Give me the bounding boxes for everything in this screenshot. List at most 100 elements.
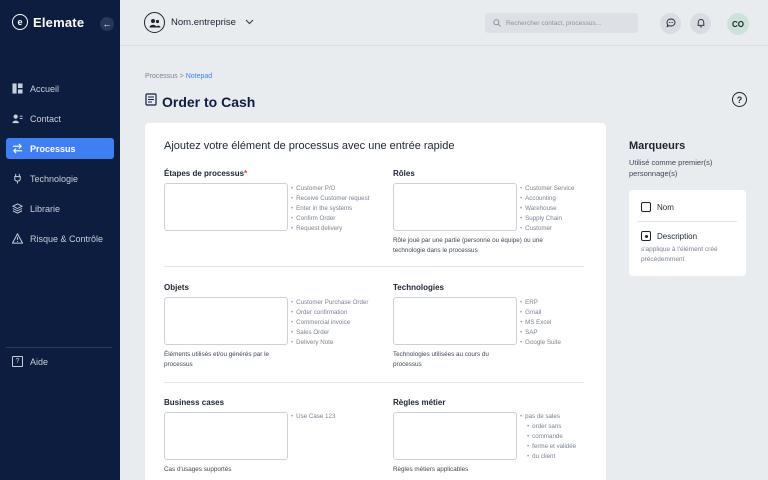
marker-label: Nom (657, 202, 674, 212)
hint-item: Receive Customer request (291, 194, 369, 204)
technologies-help: Technologies utilisées au cours du proce… (393, 351, 489, 368)
team-icon (144, 12, 165, 33)
topbar: Nom.entreprise CO (120, 0, 768, 46)
page-title: Order to Cash (145, 93, 255, 111)
warning-icon (12, 233, 23, 244)
technologies-hints: ERP Gmail MS Excel SAP Google Suite (520, 298, 561, 348)
business-label: Business cases (164, 398, 225, 407)
sidebar-item-contact[interactable]: Contact (6, 108, 114, 129)
marker-description-checkbox[interactable] (641, 231, 651, 241)
business-help: Cas d'usages supportés (164, 466, 232, 473)
swap-arrows-icon (12, 143, 23, 154)
marker-description-text: s'applique à l'élément créé précédemment (641, 246, 718, 263)
notifications-button[interactable] (690, 13, 711, 34)
hint-item: ferme et validée (520, 442, 576, 452)
marker-nom-checkbox[interactable] (641, 202, 651, 212)
breadcrumb-root[interactable]: Processus (145, 73, 178, 80)
user-avatar[interactable]: CO (727, 13, 749, 35)
sidebar-item-label: Processus (30, 143, 76, 154)
section-divider (164, 382, 584, 383)
sidebar-item-label: Risque & Contrôle (30, 233, 104, 244)
objets-help: Éléments utilisés et/ou générés par le p… (164, 351, 270, 368)
marker-divider (637, 221, 737, 222)
objets-label: Objets (164, 283, 189, 292)
roles-input[interactable] (393, 183, 517, 231)
sidebar-item-label: Contact (30, 113, 62, 124)
sidebar-item-label: Accueil (30, 83, 60, 94)
sidebar-item-librarie[interactable]: Librarie (6, 198, 114, 219)
sidebar-item-risque-controle[interactable]: Risque & Contrôle (6, 228, 114, 249)
etapes-label-text: Étapes de processus (164, 169, 245, 178)
business-hints: Use Case 123 (291, 412, 335, 422)
collapse-sidebar-button[interactable]: ← (100, 17, 114, 31)
help-square-icon: ? (12, 356, 23, 367)
markers-box: Nom Description s'applique à l'élément c… (629, 190, 746, 276)
search-bar[interactable] (485, 13, 638, 33)
page-title-text: Order to Cash (162, 94, 256, 110)
technologies-input[interactable] (393, 297, 517, 345)
hint-item: Google Suite (520, 338, 561, 348)
hint-item: commande (520, 432, 576, 442)
objets-input[interactable] (164, 297, 288, 345)
marker-nom[interactable]: Nom (641, 202, 674, 212)
objets-hints: Customer Purchase Order Order confirmati… (291, 298, 368, 348)
breadcrumb: Processus > Notepad (145, 73, 212, 80)
marker-label: Description (657, 231, 698, 241)
sidebar-item-label: Aide (30, 356, 49, 367)
hint-item: Accounting (520, 194, 574, 204)
hint-item: Commercial invoice (291, 318, 368, 328)
hint-item: ERP (520, 298, 561, 308)
sidebar-item-aide[interactable]: ? Aide (12, 356, 48, 367)
breadcrumb-separator: > (179, 73, 184, 80)
sidebar-item-processus[interactable]: Processus (6, 138, 114, 159)
business-input[interactable] (164, 412, 288, 460)
plug-icon (12, 173, 23, 184)
hint-item: Confirm Order (291, 214, 369, 224)
chat-bubble-icon (665, 15, 676, 33)
company-switcher[interactable]: Nom.entreprise (144, 12, 254, 33)
marker-description[interactable]: Description (641, 231, 697, 241)
messages-button[interactable] (660, 13, 681, 34)
notepad-icon (145, 93, 157, 111)
sidebar-item-technologie[interactable]: Technologie (6, 168, 114, 189)
sidebar-divider (6, 347, 112, 348)
regles-hints: pas de sales order sans commande ferme e… (520, 412, 576, 462)
regles-label: Règles métier (393, 398, 446, 407)
roles-help: Rôle joué par une partie (personne ou éq… (393, 237, 543, 254)
regles-help: Règles métiers applicables (393, 466, 469, 473)
hint-item: du client (520, 452, 576, 462)
breadcrumb-current[interactable]: Notepad (186, 73, 212, 80)
search-icon (493, 14, 501, 32)
hint-item: Gmail (520, 308, 561, 318)
search-input[interactable] (506, 19, 631, 27)
roles-hints: Customer Service Accounting Warehouse Su… (520, 184, 574, 234)
logo-mark: e (12, 14, 28, 30)
hint-item: Sales Order (291, 328, 368, 338)
hint-item: Enter in the systems (291, 204, 369, 214)
sidebar-item-accueil[interactable]: Accueil (6, 78, 114, 99)
etapes-hints: Customer P/O Receive Customer request En… (291, 184, 369, 234)
sidebar-item-label: Librarie (30, 203, 61, 214)
form-title: Ajoutez votre élément de processus avec … (164, 140, 455, 152)
bell-icon (696, 15, 706, 33)
regles-input[interactable] (393, 412, 517, 460)
help-icon[interactable]: ? (732, 92, 747, 107)
markers-subtitle: Utilisé comme premier(s) personnage(s) (629, 158, 713, 178)
quick-entry-card: Ajoutez votre élément de processus avec … (145, 123, 606, 480)
hint-item: MS Excel (520, 318, 561, 328)
hint-item: Request delivery (291, 224, 369, 234)
hint-item: Customer Purchase Order (291, 298, 368, 308)
app-name: Elemate (33, 14, 85, 30)
contacts-icon (12, 113, 23, 124)
hint-item: Customer (520, 224, 574, 234)
section-divider (164, 266, 584, 267)
etapes-input[interactable] (164, 183, 288, 231)
app-logo[interactable]: e Elemate (12, 14, 84, 30)
dashboard-icon (12, 83, 23, 94)
hint-item: Warehouse (520, 204, 574, 214)
etapes-label: Étapes de processus* (164, 169, 247, 178)
sidebar: e Elemate ← Accueil Contact Processus Te… (0, 0, 120, 480)
hint-item: Supply Chain (520, 214, 574, 224)
technologies-label: Technologies (393, 283, 444, 292)
hint-item: Order confirmation (291, 308, 368, 318)
